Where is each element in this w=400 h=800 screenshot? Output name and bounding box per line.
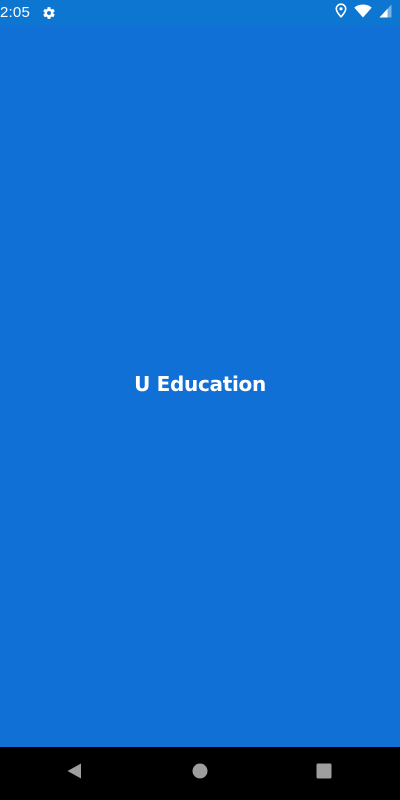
home-icon	[192, 763, 208, 784]
status-time: 2:05	[0, 4, 30, 21]
recents-button[interactable]	[294, 747, 354, 800]
location-icon	[335, 3, 347, 23]
gear-icon	[42, 6, 56, 20]
signal-icon	[379, 4, 392, 23]
status-bar: 2:05	[0, 0, 400, 25]
back-icon	[66, 762, 82, 785]
splash-screen: U Education	[0, 25, 400, 747]
wifi-icon	[354, 4, 372, 23]
recents-icon	[316, 763, 332, 784]
navigation-bar	[0, 747, 400, 800]
back-button[interactable]	[44, 747, 104, 800]
home-button[interactable]	[170, 747, 230, 800]
status-icons	[335, 3, 392, 23]
app-title: U Education	[134, 372, 266, 396]
app-screen: 2:05 U Education	[0, 0, 400, 800]
